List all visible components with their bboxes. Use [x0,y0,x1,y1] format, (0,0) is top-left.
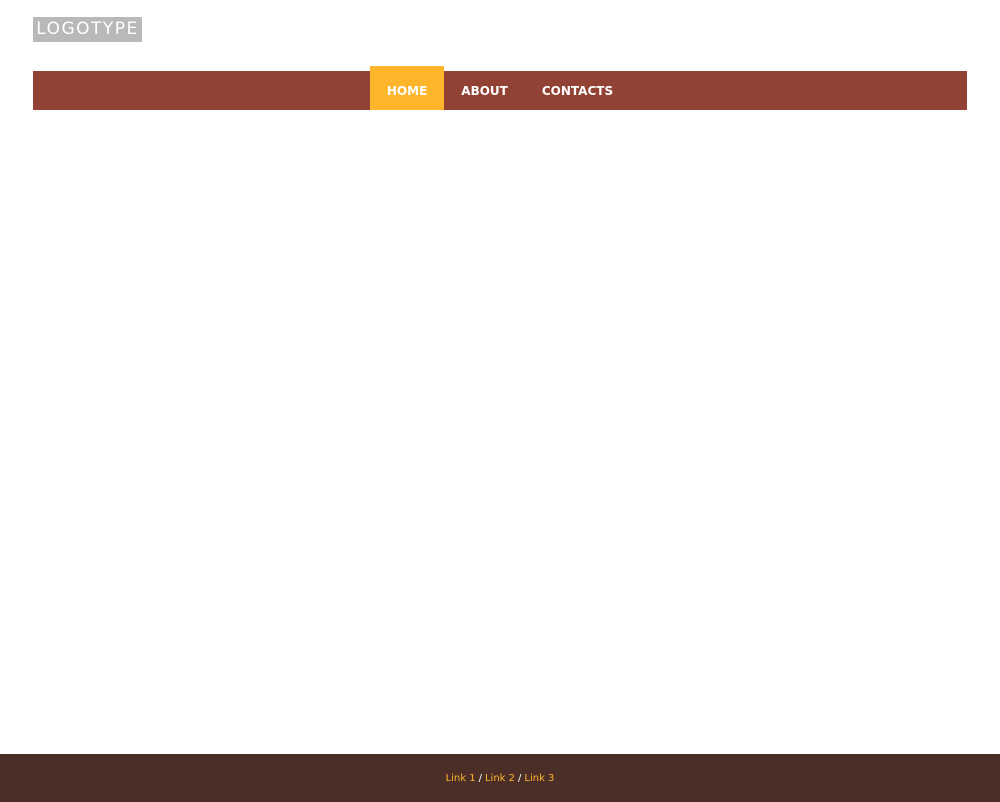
footer-link-3[interactable]: Link 3 [524,773,554,784]
main-nav: HOME ABOUT CONTACTS [33,66,967,110]
footer-separator: / [518,772,522,784]
nav-item-label: CONTACTS [541,83,614,98]
nav-item-about[interactable]: ABOUT [444,66,525,110]
page: LOGOTYPE HOME ABOUT CONTACTS Link 1 / Li… [0,0,1000,802]
footer-separator: / [478,772,482,784]
logo-text: LOGOTYPE [36,19,139,39]
footer-link-1[interactable]: Link 1 [446,773,476,784]
footer-link-2[interactable]: Link 2 [485,773,515,784]
nav-item-label: HOME [386,83,428,98]
footer: Link 1 / Link 2 / Link 3 [0,754,1000,802]
nav-item-home[interactable]: HOME [369,66,445,110]
nav-item-contacts[interactable]: CONTACTS [525,66,630,110]
logo[interactable]: LOGOTYPE [33,17,142,42]
nav-item-label: ABOUT [461,83,508,98]
main-navbar: HOME ABOUT CONTACTS [33,66,967,110]
